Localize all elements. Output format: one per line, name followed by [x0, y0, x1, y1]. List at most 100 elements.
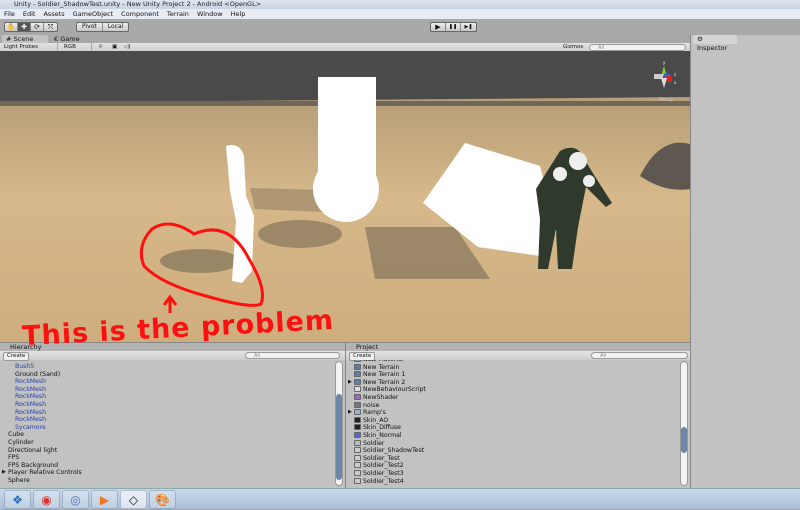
- pivot-group: Pivot Local: [76, 22, 130, 32]
- menu-file[interactable]: File: [4, 9, 15, 19]
- expand-arrow-icon[interactable]: ▶: [348, 379, 352, 387]
- hierarchy-item[interactable]: RockMesh: [0, 393, 345, 401]
- project-panel: Project CreateAll New MaterialNew Terrai…: [345, 342, 690, 488]
- hierarchy-create-button[interactable]: Create: [3, 352, 30, 361]
- project-item[interactable]: NewShader: [346, 393, 690, 402]
- tab-game-label: Game: [60, 35, 80, 43]
- project-item[interactable]: Soldier_Test4: [346, 477, 690, 486]
- project-search-input[interactable]: All: [591, 352, 688, 359]
- hierarchy-item[interactable]: Bush5: [0, 363, 345, 371]
- sphere: [313, 156, 379, 222]
- folder-icon: [354, 409, 361, 416]
- taskbar-app-icon[interactable]: ◎: [62, 490, 89, 509]
- project-title: Project: [346, 343, 690, 351]
- project-item[interactable]: noise: [346, 401, 690, 410]
- project-item-label: Soldier_Test2: [363, 462, 404, 470]
- hierarchy-item[interactable]: RockMesh: [0, 378, 345, 386]
- color-mode-dropdown[interactable]: RGB: [64, 43, 92, 51]
- hierarchy-item[interactable]: FPS Background: [0, 462, 345, 470]
- project-item-label: NewBehaviourScript: [363, 386, 426, 394]
- project-item[interactable]: New Terrain 1: [346, 371, 690, 379]
- project-item[interactable]: Soldier_Test3: [346, 469, 690, 478]
- hand-tool-icon[interactable]: ✋: [5, 23, 18, 31]
- taskbar-unity-icon[interactable]: ◇: [120, 490, 147, 509]
- expand-arrow-icon[interactable]: ▶: [2, 469, 6, 477]
- menu-edit[interactable]: Edit: [23, 9, 36, 19]
- project-item[interactable]: Soldier: [346, 439, 690, 448]
- project-item[interactable]: Skin_AO: [346, 416, 690, 425]
- menu-help[interactable]: Help: [231, 9, 246, 19]
- project-item-label: Skin_AO: [363, 416, 389, 424]
- hierarchy-item[interactable]: Ground (Sand): [0, 371, 345, 379]
- project-scrollbar[interactable]: [680, 361, 688, 486]
- normal-map-icon: [354, 431, 361, 438]
- pivot-button[interactable]: Pivot: [77, 23, 103, 31]
- hierarchy-item[interactable]: RockMesh: [0, 386, 345, 394]
- gizmos-dropdown[interactable]: Gizmos: [563, 43, 583, 51]
- scene-search-input[interactable]: All: [589, 44, 686, 51]
- hierarchy-item[interactable]: RockMesh: [0, 401, 345, 409]
- prefab-icon: [354, 439, 361, 446]
- move-tool-icon[interactable]: ✚: [18, 23, 31, 31]
- transform-tools: ✋ ✚ ⟳ ⤧: [4, 22, 58, 32]
- scene-toolbar: Light Probes RGB ☼ ▣ ◁) Gizmos All: [0, 43, 690, 51]
- taskbar-chrome-icon[interactable]: ◉: [33, 490, 60, 509]
- hierarchy-item[interactable]: FPS: [0, 454, 345, 462]
- hierarchy-item[interactable]: ▶ Player Relative Controls: [0, 469, 345, 477]
- taskbar: ❖ ◉ ◎ ▶ ◇ 🎨: [0, 488, 800, 509]
- menu-component[interactable]: Component: [121, 9, 159, 19]
- texture-icon: [354, 401, 361, 408]
- project-item[interactable]: Skin_Normal: [346, 431, 690, 440]
- scene-view[interactable]: y z x Persp: [0, 51, 690, 342]
- menu-window[interactable]: Window: [197, 9, 223, 19]
- hierarchy-item-label: Sphere: [8, 476, 30, 484]
- taskbar-paint-icon[interactable]: 🎨: [149, 490, 176, 509]
- project-item[interactable]: NewBehaviourScript: [346, 386, 690, 394]
- projection-label[interactable]: Persp: [659, 97, 673, 103]
- project-item[interactable]: ▶ New Terrain 2: [346, 378, 690, 387]
- project-item[interactable]: Skin_Diffuse: [346, 424, 690, 432]
- project-item-label: Soldier_Test3: [363, 469, 404, 477]
- menu-bar: File Edit Assets GameObject Component Terrain…: [0, 9, 800, 19]
- project-item-label: Soldier_ShadowTest: [363, 447, 425, 455]
- hierarchy-item[interactable]: RockMesh: [0, 416, 345, 424]
- expand-arrow-icon[interactable]: ▶: [348, 409, 352, 417]
- hierarchy-item[interactable]: Cube: [0, 431, 345, 439]
- pause-button[interactable]: ❚❚: [446, 23, 461, 31]
- hierarchy-item-label: RockMesh: [15, 416, 47, 424]
- hierarchy-item-label: RockMesh: [15, 393, 47, 401]
- hierarchy-item[interactable]: Cylinder: [0, 439, 345, 447]
- hierarchy-item[interactable]: RockMesh: [0, 409, 345, 417]
- render-mode-dropdown[interactable]: Light Probes: [4, 43, 58, 51]
- audio-toggle-icon[interactable]: ◁): [124, 43, 130, 51]
- taskbar-media-player-icon[interactable]: ▶: [91, 490, 118, 509]
- menu-gameobject[interactable]: GameObject: [73, 9, 114, 19]
- taskbar-start-icon[interactable]: ❖: [4, 490, 31, 509]
- project-item[interactable]: Soldier_Test2: [346, 462, 690, 470]
- menu-assets[interactable]: Assets: [43, 9, 64, 19]
- hierarchy-item[interactable]: Directional light: [0, 447, 345, 455]
- texture-bw-icon: [354, 424, 361, 431]
- project-item[interactable]: ▶ Ramp's: [346, 409, 690, 417]
- rotate-tool-icon[interactable]: ⟳: [31, 23, 44, 31]
- project-item[interactable]: Soldier_Test: [346, 454, 690, 463]
- lighting-toggle-icon[interactable]: ☼: [98, 43, 103, 51]
- hierarchy-list: Bush5 Ground (Sand) RockMesh RockMesh RockMe…: [0, 360, 345, 485]
- play-button[interactable]: ▶: [431, 23, 446, 31]
- local-button[interactable]: Local: [103, 23, 129, 31]
- project-item-label: New Terrain 2: [363, 378, 406, 386]
- hierarchy-item[interactable]: Sphere: [0, 477, 345, 485]
- project-item[interactable]: Soldier_ShadowTest: [346, 447, 690, 455]
- project-item[interactable]: New Terrain: [346, 363, 690, 372]
- step-button[interactable]: ▶❚: [461, 23, 476, 31]
- hierarchy-search-input[interactable]: All: [245, 352, 340, 359]
- tab-inspector[interactable]: ⚙ Inspector: [693, 35, 737, 52]
- scene-tab-icon: #: [6, 35, 12, 43]
- image-toggle-icon[interactable]: ▣: [112, 43, 117, 51]
- scale-tool-icon[interactable]: ⤧: [44, 23, 57, 31]
- hierarchy-item-label: FPS: [8, 454, 20, 462]
- menu-terrain[interactable]: Terrain: [167, 9, 189, 19]
- hierarchy-item[interactable]: Sycamore: [0, 424, 345, 432]
- scene-icon: [354, 454, 361, 461]
- hierarchy-scrollbar[interactable]: [335, 361, 343, 486]
